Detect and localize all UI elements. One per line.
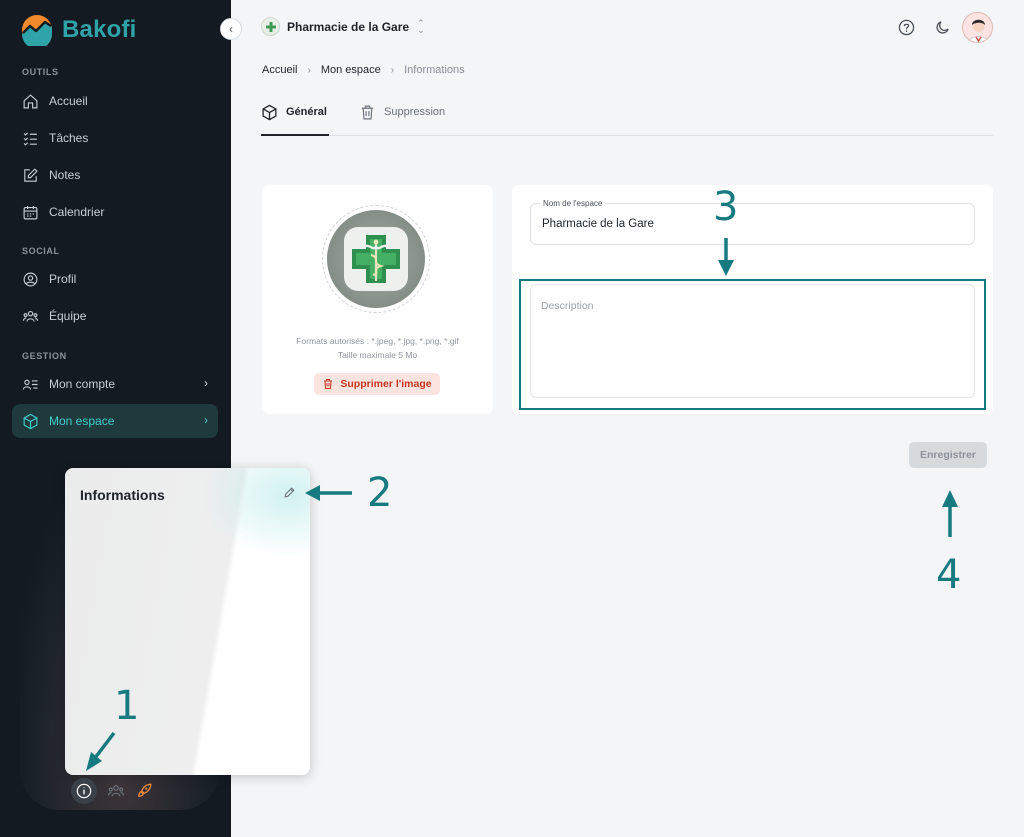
cube-icon bbox=[262, 104, 277, 121]
calendar-icon bbox=[23, 205, 38, 219]
sidebar-item-label: Mon compte bbox=[49, 377, 116, 391]
max-size-text: Taille maximale 5 Mo bbox=[337, 350, 418, 360]
moon-icon[interactable] bbox=[934, 19, 951, 36]
section-title-outils: OUTILS bbox=[22, 67, 59, 77]
brand-logo[interactable]: Bakofi bbox=[21, 14, 137, 46]
sidebar-item-label: Mon espace bbox=[49, 414, 115, 428]
sidebar-item-taches[interactable]: Tâches bbox=[12, 121, 218, 155]
sidebar-item-mon-espace[interactable]: Mon espace › bbox=[12, 404, 218, 438]
tab-label: Général bbox=[286, 106, 327, 118]
sidebar-item-label: Tâches bbox=[49, 131, 89, 145]
info-icon bbox=[76, 783, 92, 799]
workspace-avatar bbox=[261, 17, 280, 36]
rocket-icon[interactable] bbox=[135, 782, 153, 800]
tabs-bar: Général Suppression bbox=[261, 104, 993, 136]
task-list-icon bbox=[23, 131, 37, 146]
home-icon bbox=[23, 93, 38, 108]
workspace-image-dropzone[interactable] bbox=[322, 205, 430, 313]
sidebar-item-calendrier[interactable]: Calendrier bbox=[12, 195, 218, 229]
delete-image-button[interactable]: Supprimer l'image bbox=[314, 373, 440, 395]
tab-label: Suppression bbox=[384, 106, 446, 118]
tab-general[interactable]: Général bbox=[261, 104, 329, 136]
chevron-up-down-icon: ⌃ ⌄ bbox=[417, 17, 425, 35]
user-avatar[interactable] bbox=[962, 12, 993, 43]
image-format-hint: Formats autorisés : *.jpeg, *.jpg, *.png… bbox=[262, 334, 493, 362]
breadcrumb-current: Informations bbox=[404, 64, 465, 76]
chevron-right-icon: › bbox=[204, 376, 208, 390]
sidebar-item-notes[interactable]: Notes bbox=[12, 158, 218, 192]
section-title-gestion: GESTION bbox=[22, 351, 67, 361]
workspace-image bbox=[327, 210, 425, 308]
chevron-right-icon: › bbox=[204, 413, 208, 427]
breadcrumb-item-accueil[interactable]: Accueil bbox=[262, 64, 297, 76]
sidebar-item-label: Notes bbox=[49, 168, 81, 182]
image-card: Formats autorisés : *.jpeg, *.jpg, *.png… bbox=[262, 185, 493, 414]
workspace-name-field[interactable]: Nom de l'espace Pharmacie de la Gare bbox=[530, 199, 975, 245]
sidebar-item-equipe[interactable]: Équipe bbox=[12, 299, 218, 333]
sidebar-item-label: Accueil bbox=[49, 94, 88, 108]
cube-icon bbox=[23, 413, 38, 429]
sidebar-item-label: Profil bbox=[49, 272, 77, 286]
breadcrumb: Accueil › Mon espace › Informations bbox=[262, 64, 465, 76]
annotation-arrowhead-4 bbox=[942, 490, 958, 507]
sidebar-footer-icons bbox=[71, 778, 153, 804]
info-popup-title: Informations bbox=[80, 487, 165, 503]
pharmacy-cross-icon bbox=[265, 21, 276, 32]
trash-icon bbox=[324, 379, 333, 389]
annotation-number-2: 2 bbox=[367, 470, 393, 516]
brand-name: Bakofi bbox=[62, 16, 137, 43]
trash-icon bbox=[361, 105, 374, 120]
workspace-switcher[interactable]: Pharmacie de la Gare ⌃ ⌄ bbox=[261, 17, 425, 36]
workspace-name-input[interactable]: Pharmacie de la Gare bbox=[542, 218, 654, 230]
breadcrumb-separator: › bbox=[390, 64, 395, 76]
sidebar-item-profil[interactable]: Profil bbox=[12, 262, 218, 296]
info-button[interactable] bbox=[71, 778, 97, 804]
annotation-number-3: 3 bbox=[713, 184, 739, 230]
sidebar-item-label: Calendrier bbox=[49, 205, 105, 219]
chevron-left-icon: ‹ bbox=[229, 22, 233, 36]
tab-suppression[interactable]: Suppression bbox=[359, 105, 446, 136]
team-icon bbox=[22, 310, 39, 322]
user-avatar-icon bbox=[968, 19, 989, 42]
annotation-number-4: 4 bbox=[936, 552, 962, 598]
annotation-highlight-box bbox=[519, 279, 986, 410]
sidebar-item-label: Équipe bbox=[49, 309, 87, 323]
info-popup: Informations bbox=[65, 468, 310, 775]
team-icon[interactable] bbox=[107, 782, 125, 800]
pencil-icon[interactable] bbox=[283, 486, 296, 499]
section-title-social: SOCIAL bbox=[22, 246, 60, 256]
edit-note-icon bbox=[24, 167, 38, 182]
pharmacy-logo-icon bbox=[344, 227, 408, 291]
workspace-name-label: Nom de l'espace bbox=[540, 199, 606, 208]
sidebar-item-mon-compte[interactable]: Mon compte › bbox=[12, 367, 218, 401]
annotation-number-1: 1 bbox=[114, 683, 140, 729]
help-circle-icon[interactable] bbox=[898, 19, 915, 36]
breadcrumb-item-mon-espace[interactable]: Mon espace bbox=[321, 64, 381, 76]
sidebar-collapse-button[interactable]: ‹ bbox=[220, 18, 242, 40]
delete-image-label: Supprimer l'image bbox=[340, 378, 432, 390]
user-circle-icon bbox=[23, 272, 38, 286]
sidebar-item-accueil[interactable]: Accueil bbox=[12, 84, 218, 118]
allowed-formats-text: Formats autorisés : *.jpeg, *.jpg, *.png… bbox=[296, 336, 459, 346]
save-button[interactable]: Enregistrer bbox=[909, 442, 987, 468]
breadcrumb-separator: › bbox=[307, 64, 311, 76]
bakofi-logo-icon bbox=[22, 15, 52, 46]
user-list-icon bbox=[22, 379, 38, 390]
workspace-name: Pharmacie de la Gare bbox=[287, 19, 410, 34]
